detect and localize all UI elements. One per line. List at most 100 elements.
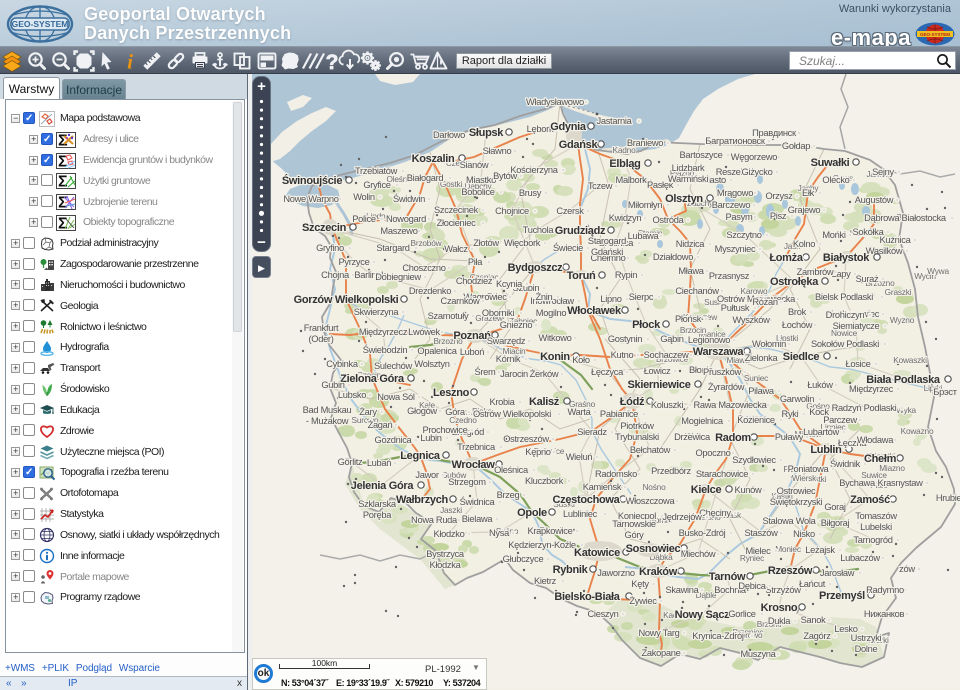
- svg-text:Starogard: Starogard: [588, 236, 626, 246]
- svg-text:Świecie: Świecie: [553, 242, 583, 253]
- svg-text:Bytów: Bytów: [493, 171, 517, 181]
- svg-text:Sanok: Sanok: [801, 615, 827, 625]
- svg-text:Sochaczew: Sochaczew: [644, 350, 689, 360]
- svg-text:Ryki: Ryki: [782, 409, 799, 419]
- svg-text:Bobolice: Bobolice: [461, 187, 494, 197]
- svg-text:Ostrzeszów: Ostrzeszów: [503, 434, 549, 444]
- svg-text:Σ: Σ: [58, 215, 68, 231]
- svg-text:Szydłowiec: Szydłowiec: [732, 455, 776, 465]
- svg-text:Łuków: Łuków: [807, 380, 833, 390]
- svg-text:Frankfurt: Frankfurt: [304, 323, 339, 333]
- svg-text:Σ: Σ: [58, 132, 68, 148]
- svg-text:Miechów: Miechów: [681, 549, 716, 559]
- svg-text:Radomsko: Radomsko: [595, 469, 637, 479]
- svg-text:Szczecin: Szczecin: [302, 222, 347, 234]
- svg-text:Mrągowo: Mrągowo: [717, 188, 753, 198]
- svg-text:Suniec: Suniec: [744, 373, 768, 383]
- svg-text:Malbork: Malbork: [616, 175, 648, 185]
- svg-text:Włocławek: Włocławek: [567, 305, 622, 317]
- svg-text:Lidzbark: Lidzbark: [672, 163, 705, 173]
- svg-text:Staszów: Staszów: [744, 528, 778, 538]
- svg-text:Sulechów: Sulechów: [374, 361, 412, 371]
- svg-text:Gryfice: Gryfice: [363, 180, 390, 190]
- svg-text:Łowicz: Łowicz: [644, 366, 671, 376]
- svg-text:Wolin: Wolin: [353, 192, 375, 202]
- svg-text:Oleśnica: Oleśnica: [494, 465, 529, 475]
- svg-text:Ostrowiec: Ostrowiec: [777, 486, 816, 496]
- svg-text:Ostrów Wielkopolski: Ostrów Wielkopolski: [473, 409, 551, 419]
- svg-text:Rypin: Rypin: [615, 270, 637, 280]
- svg-text:Mogilno: Mogilno: [536, 308, 567, 318]
- svg-text:Łochów: Łochów: [782, 320, 813, 330]
- svg-text:Kutno: Kutno: [611, 350, 634, 360]
- svg-text:Gdynia: Gdynia: [550, 121, 587, 133]
- svg-text:Brzeg: Brzeg: [497, 490, 520, 500]
- svg-text:Warmiński: Warmiński: [668, 174, 709, 184]
- svg-text:Ełk: Ełk: [802, 188, 815, 198]
- svg-text:Głubczyce: Głubczyce: [503, 554, 544, 564]
- svg-text:i: i: [127, 50, 133, 74]
- svg-text:Piła: Piła: [468, 257, 483, 267]
- svg-text:Kuźnica: Kuźnica: [880, 235, 912, 245]
- svg-text:Gorlice: Gorlice: [728, 609, 755, 619]
- svg-text:Myszyniec: Myszyniec: [715, 244, 756, 254]
- svg-text:Białogard: Białogard: [407, 173, 444, 183]
- svg-text:Świętokrzyski: Świętokrzyski: [770, 496, 823, 507]
- svg-text:Chełm: Chełm: [864, 453, 897, 465]
- svg-text:(Oder): (Oder): [308, 334, 333, 344]
- svg-text:Wasilków: Wasilków: [866, 246, 903, 256]
- svg-text:Bartoszyce: Bartoszyce: [680, 150, 723, 160]
- svg-text:Swarzędz: Swarzędz: [487, 336, 526, 346]
- svg-text:Sokołów Podlaski: Sokołów Podlaski: [811, 339, 879, 349]
- svg-text:Bielsko-Biała: Bielsko-Biała: [554, 591, 620, 603]
- svg-text:Parczew: Parczew: [823, 415, 857, 425]
- svg-text:Tomaszów: Tomaszów: [855, 511, 897, 521]
- svg-text:Leżajsk: Leżajsk: [805, 545, 835, 555]
- svg-text:Moniec: Moniec: [775, 544, 801, 554]
- svg-text:Nowa Sól: Nowa Sól: [377, 392, 415, 402]
- svg-text:Żary: Żary: [359, 407, 377, 417]
- svg-text:Lipno: Lipno: [600, 294, 621, 304]
- svg-text:Szczecinek: Szczecinek: [434, 205, 479, 215]
- svg-text:Nowa Ruda: Nowa Ruda: [411, 515, 458, 525]
- svg-text:Suwałki: Suwałki: [811, 157, 850, 169]
- svg-text:Giżycko: Giżycko: [742, 167, 773, 177]
- svg-text:Czarnków: Czarnków: [441, 296, 481, 306]
- svg-text:Stalowa Wola: Stalowa Wola: [762, 516, 816, 526]
- svg-text:Głogów: Głogów: [407, 406, 437, 416]
- svg-text:Wyka: Wyka: [896, 405, 916, 415]
- svg-text:Kalisz: Kalisz: [529, 396, 560, 408]
- svg-text:Kunów: Kunów: [735, 485, 763, 495]
- svg-text:Białystok: Białystok: [823, 252, 870, 264]
- svg-text:Gdański: Gdański: [591, 247, 623, 257]
- svg-text:Drohiczyn: Drohiczyn: [826, 310, 865, 320]
- svg-text:Jastarnia: Jastarnia: [596, 116, 632, 126]
- svg-text:Kwidzyn: Kwidzyn: [609, 213, 642, 223]
- svg-text:Wyzno: Wyzno: [890, 315, 915, 325]
- svg-text:Zielonka: Zielonka: [745, 353, 779, 363]
- svg-text:Pyrzyce: Pyrzyce: [339, 257, 370, 267]
- svg-text:Mława: Mława: [678, 266, 704, 276]
- svg-text:Maszewo: Maszewo: [380, 226, 417, 236]
- svg-text:Wyszków: Wyszków: [732, 315, 770, 325]
- svg-text:Gołdap: Gołdap: [782, 141, 810, 151]
- svg-text:Mońki: Mońki: [822, 230, 846, 240]
- svg-text:Płock: Płock: [632, 319, 661, 331]
- svg-text:Brusy: Brusy: [519, 188, 542, 198]
- svg-text:Gniezno: Gniezno: [500, 320, 533, 330]
- svg-text:Hrubiesz: Hrubiesz: [936, 493, 960, 503]
- svg-text:Góry: Góry: [625, 530, 645, 540]
- svg-text:Mogielnica: Mogielnica: [681, 416, 724, 426]
- svg-text:Kluczbork: Kluczbork: [525, 476, 564, 486]
- svg-text:Elbląg: Elbląg: [609, 158, 640, 170]
- svg-text:Gostynin: Gostynin: [608, 334, 642, 344]
- svg-text:Bielawa: Bielawa: [462, 514, 494, 524]
- svg-text:Żerków: Żerków: [530, 369, 559, 379]
- svg-text:zów: zów: [899, 564, 915, 574]
- svg-text:Bad Muskau: Bad Muskau: [303, 405, 352, 415]
- svg-text:Żnin: Żnin: [536, 292, 553, 302]
- svg-text:Śrem: Śrem: [474, 366, 496, 377]
- svg-text:Wołomin: Wołomin: [752, 339, 786, 349]
- svg-text:Wolsztyn: Wolsztyn: [414, 359, 449, 369]
- svg-text:Złocieniec: Złocieniec: [437, 218, 477, 228]
